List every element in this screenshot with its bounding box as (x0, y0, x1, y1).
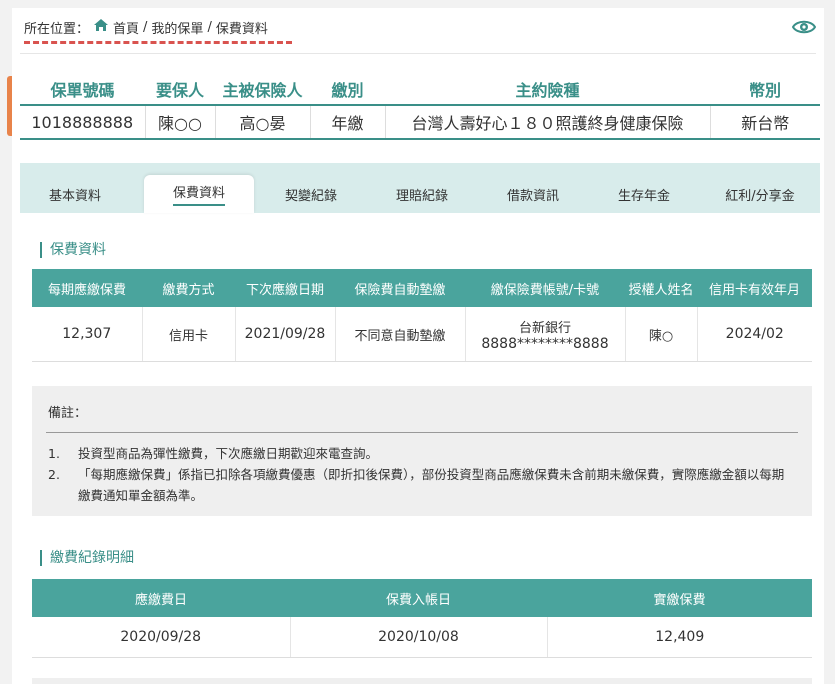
divider (20, 53, 816, 54)
policy-header: 主被保險人 (222, 81, 303, 100)
side-accent (7, 76, 12, 136)
column-header: 下次應繳日期 (235, 269, 335, 307)
policy-payment-frequency: 年繳 (309, 104, 385, 140)
account-number: 8888********8888 (481, 335, 609, 352)
premium-table: 每期應繳保費 繳費方式 下次應繳日期 保險費自動墊繳 繳保險費帳號/卡號 授權人… (32, 269, 812, 362)
column-header: 繳費方式 (142, 269, 235, 307)
policy-applicant: 陳○○ (144, 104, 215, 140)
tab-premium-info[interactable]: 保費資料 (144, 175, 254, 213)
authorizer-name: 陳○ (624, 307, 697, 362)
tab-label: 基本資料 (48, 188, 101, 204)
tab-bar: 基本資料 保費資料 契變紀錄 理賠紀錄 借款資訊 生存年金 紅利/分享金 (20, 163, 820, 213)
breadcrumb-home[interactable]: 首頁 (113, 18, 139, 37)
column-header: 實繳保費 (547, 579, 812, 617)
page-container: 所在位置： 首頁 / 我的保單 / 保費資料 保單號碼 要保人 主被保險人 繳別… (12, 8, 824, 684)
bank-name: 台新銀行 (518, 320, 571, 336)
eye-icon[interactable] (791, 15, 817, 39)
auto-loan-status: 不同意自動墊繳 (334, 307, 465, 362)
policy-summary: 保單號碼 要保人 主被保險人 繳別 主約險種 幣別 1018888888 陳○○… (20, 74, 820, 140)
breadcrumb-current: 保費資料 (215, 21, 268, 37)
note-text: 「每期應繳保費」係指已扣除各項繳費優惠（即折扣後保費），部份投資型商品應繳保費未… (78, 467, 785, 503)
column-header: 繳保險費帳號/卡號 (465, 269, 625, 307)
payment-history-table: 應繳費日 保費入帳日 實繳保費 2020/09/28 2020/10/08 12… (32, 579, 812, 658)
tab-change-history[interactable]: 契變紀錄 (256, 177, 366, 211)
next-section-edge (32, 678, 812, 684)
tab-label: 借款資訊 (506, 188, 559, 204)
column-header: 應繳費日 (32, 579, 290, 617)
note-text: 投資型商品為彈性繳費，下次應繳日期歡迎來電查詢。 (78, 446, 379, 461)
breadcrumb-prefix: 所在位置： (24, 21, 90, 37)
breadcrumb-separator: / (143, 19, 148, 35)
section-title-premium: 保費資料 (40, 242, 106, 258)
tab-label: 紅利/分享金 (725, 188, 795, 204)
note-number: 2. (48, 467, 60, 482)
table-header-row: 每期應繳保費 繳費方式 下次應繳日期 保險費自動墊繳 繳保險費帳號/卡號 授權人… (32, 269, 812, 307)
table-row: 2020/09/28 2020/10/08 12,409 (32, 617, 812, 658)
column-header: 每期應繳保費 (32, 269, 142, 307)
note-item: 2. 「每期應繳保費」係指已扣除各項繳費優惠（即折扣後保費），部份投資型商品應繳保… (48, 464, 788, 506)
home-icon[interactable] (93, 18, 109, 36)
table-row: 12,307 信用卡 2021/09/28 不同意自動墊繳 台新銀行 8888*… (32, 307, 812, 362)
breadcrumb-my-policy[interactable]: 我的保單 (151, 18, 203, 37)
policy-header: 要保人 (155, 81, 204, 100)
section-title-history: 繳費紀錄明細 (40, 550, 134, 566)
policy-header: 保單號碼 (50, 81, 115, 100)
card-expiry: 2024/02 (696, 307, 812, 362)
policy-header: 幣別 (748, 81, 781, 100)
paid-amount: 12,409 (546, 617, 812, 658)
posted-date: 2020/10/08 (289, 617, 547, 658)
tab-dividend[interactable]: 紅利/分享金 (700, 177, 820, 211)
notes-title: 備註： (48, 406, 88, 421)
policy-main-product: 台灣人壽好心１８０照護終身健康保險 (384, 104, 710, 140)
payment-method: 信用卡 (141, 307, 235, 362)
policy-header: 主約險種 (515, 81, 580, 100)
payment-account: 台新銀行 8888********8888 (464, 307, 625, 362)
notes-divider (46, 432, 798, 433)
breadcrumb: 所在位置： 首頁 / 我的保單 / 保費資料 (24, 16, 268, 38)
policy-insured: 高○晏 (214, 104, 310, 140)
notes-box: 備註： 1. 投資型商品為彈性繳費，下次應繳日期歡迎來電查詢。 2. 「每期應繳保費… (32, 386, 812, 516)
policy-header-row: 保單號碼 要保人 主被保險人 繳別 主約險種 幣別 (20, 74, 820, 105)
policy-row: 1018888888 陳○○ 高○晏 年繳 台灣人壽好心１８０照護終身健康保險 … (20, 104, 820, 140)
column-header: 授權人姓名 (625, 269, 697, 307)
tab-label: 理賠紀錄 (395, 188, 448, 204)
tab-basic-info[interactable]: 基本資料 (20, 177, 130, 211)
column-header: 保險費自動墊繳 (335, 269, 465, 307)
breadcrumb-separator: / (207, 19, 212, 35)
tab-label: 契變紀錄 (284, 188, 337, 204)
column-header: 信用卡有效年月 (697, 269, 812, 307)
tab-annuity[interactable]: 生存年金 (589, 177, 699, 211)
tab-label: 生存年金 (617, 188, 670, 204)
tab-loan-info[interactable]: 借款資訊 (478, 177, 588, 211)
premium-amount: 12,307 (32, 307, 142, 362)
tab-claims[interactable]: 理賠紀錄 (367, 177, 477, 211)
policy-currency: 新台幣 (709, 104, 820, 140)
note-number: 1. (48, 446, 60, 461)
policy-number: 1018888888 (20, 104, 145, 140)
note-item: 1. 投資型商品為彈性繳費，下次應繳日期歡迎來電查詢。 (48, 443, 788, 464)
table-header-row: 應繳費日 保費入帳日 實繳保費 (32, 579, 812, 617)
next-due-date: 2021/09/28 (234, 307, 335, 362)
column-header: 保費入帳日 (290, 579, 547, 617)
tab-label: 保費資料 (172, 182, 225, 206)
breadcrumb-underline (24, 41, 292, 44)
due-date: 2020/09/28 (32, 617, 290, 658)
policy-header: 繳別 (331, 81, 364, 100)
